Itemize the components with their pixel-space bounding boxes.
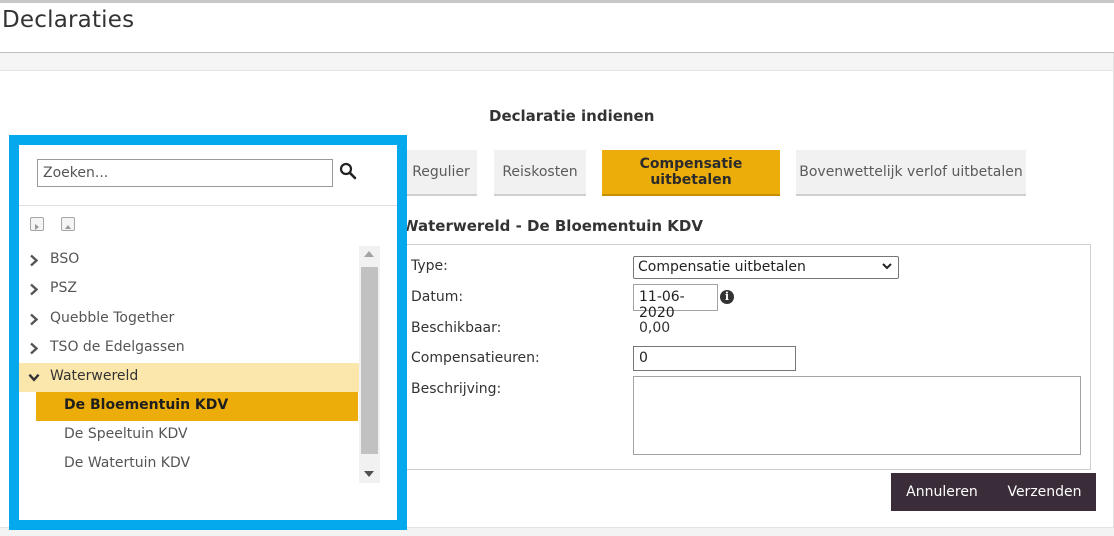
tree-item-quebble-together[interactable]: Quebble Together — [19, 305, 369, 334]
tree-item-label: BSO — [50, 251, 80, 267]
expand-all-icon[interactable] — [30, 217, 44, 231]
chevron-right-icon — [30, 342, 39, 355]
scroll-thumb[interactable] — [361, 267, 378, 454]
chevron-down-icon — [28, 373, 40, 382]
datum-input[interactable]: 11-06-2020 — [633, 284, 718, 321]
triangle-up-icon — [65, 225, 71, 229]
search-icon[interactable] — [339, 162, 357, 180]
chevron-down-icon — [882, 263, 892, 270]
tree-item-de-speeltuin-kdv[interactable]: De Speeltuin KDV — [36, 421, 358, 450]
page-title: Declaraties — [2, 7, 135, 33]
tree-item-label: De Watertuin KDV — [64, 455, 191, 471]
play-icon — [35, 224, 39, 230]
location-sidebar: BSO PSZ Quebble Together TSO de Edelgass… — [9, 135, 407, 530]
submit-button[interactable]: Verzenden — [993, 473, 1096, 511]
tree-item-label: Waterwereld — [50, 368, 139, 384]
beschrijving-label: Beschrijving: — [411, 381, 502, 397]
type-select-value: Compensatie uitbetalen — [638, 259, 806, 275]
compensatieuren-label: Compensatieuren: — [411, 350, 540, 366]
type-select[interactable]: Compensatie uitbetalen — [633, 256, 899, 279]
location-tree: BSO PSZ Quebble Together TSO de Edelgass… — [19, 246, 371, 486]
scroll-up-icon[interactable] — [364, 251, 374, 257]
scroll-down-icon[interactable] — [364, 471, 374, 477]
type-label: Type: — [411, 258, 448, 274]
datum-label: Datum: — [411, 289, 464, 305]
tab-reiskosten[interactable]: Reiskosten — [494, 150, 586, 196]
sub-toolbar — [0, 53, 1114, 71]
tree-item-waterwereld[interactable]: Waterwereld — [19, 363, 369, 392]
chevron-right-icon — [30, 313, 39, 326]
form-actions: Annuleren Verzenden — [891, 473, 1096, 511]
beschikbaar-value: 0,00 — [639, 320, 671, 336]
search-input[interactable] — [37, 159, 333, 187]
info-icon[interactable]: i — [720, 290, 734, 304]
tree-item-bso[interactable]: BSO — [19, 246, 369, 275]
tree-scrollbar[interactable] — [359, 246, 380, 483]
beschikbaar-label: Beschikbaar: — [411, 320, 502, 336]
top-rule — [0, 0, 1114, 3]
tree-item-de-watertuin-kdv[interactable]: De Watertuin KDV — [36, 450, 358, 479]
tab-regulier[interactable]: Regulier — [405, 150, 477, 196]
tab-bovenwettelijk-verlof[interactable]: Bovenwettelijk verlof uitbetalen — [796, 150, 1026, 196]
tree-item-label: De Speeltuin KDV — [64, 426, 188, 442]
location-heading: Waterwereld - De Bloementuin KDV — [402, 217, 703, 235]
tree-item-psz[interactable]: PSZ — [19, 275, 369, 304]
tree-item-label: TSO de Edelgassen — [50, 339, 185, 355]
compensatieuren-input[interactable]: 0 — [633, 346, 796, 371]
tab-compensatie-uitbetalen[interactable]: Compensatie uitbetalen — [602, 150, 780, 196]
tree-item-label: PSZ — [50, 280, 77, 296]
search-divider — [19, 205, 397, 206]
chevron-right-icon — [30, 283, 39, 296]
collapse-all-icon[interactable] — [61, 217, 75, 231]
chevron-right-icon — [30, 254, 39, 267]
tree-item-label: De Bloementuin KDV — [64, 397, 229, 413]
tree-item-label: Quebble Together — [50, 310, 175, 326]
beschrijving-textarea[interactable] — [633, 376, 1081, 455]
tree-item-de-bloementuin-kdv[interactable]: De Bloementuin KDV — [36, 392, 358, 421]
cancel-button[interactable]: Annuleren — [891, 473, 993, 511]
form-heading: Declaratie indienen — [489, 107, 655, 125]
tree-item-tso-de-edelgassen[interactable]: TSO de Edelgassen — [19, 334, 369, 363]
